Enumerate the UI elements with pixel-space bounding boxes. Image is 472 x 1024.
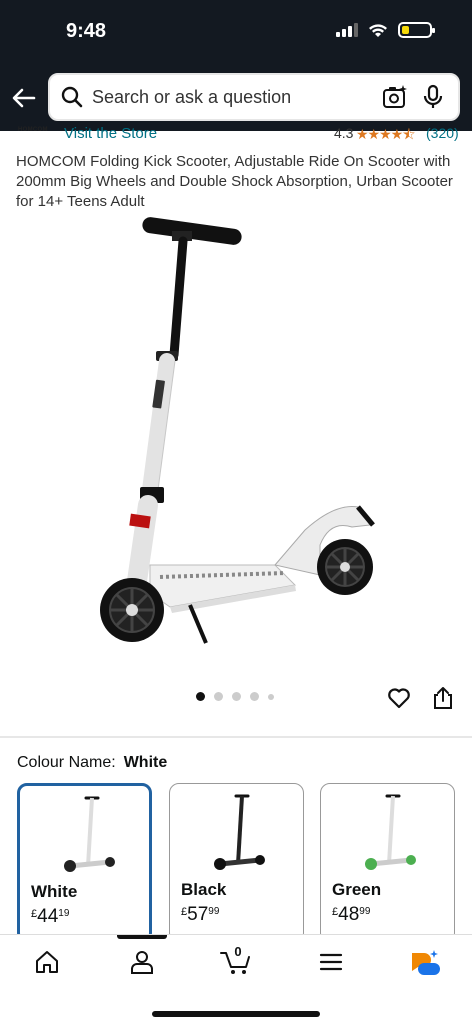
store-row: HOMCOM Visit the Store 4.3 ★★★★⯪ (320) (0, 124, 472, 146)
rating-value: 4.3 (334, 125, 354, 141)
status-time: 9:48 (66, 20, 107, 42)
cart-button[interactable]: 0 (220, 944, 252, 975)
colour-option-price: £5799 (181, 904, 220, 925)
rufus-icon[interactable] (410, 949, 440, 975)
colour-option-price: £4899 (332, 904, 371, 925)
account-icon[interactable] (129, 949, 155, 975)
pager-dot[interactable] (232, 692, 241, 701)
app-header: 9:48 Search or ask a question (0, 0, 472, 131)
scooter-thumbnail (64, 796, 115, 872)
pager-dot[interactable] (268, 693, 274, 700)
share-icon[interactable] (432, 686, 454, 710)
home-indicator (152, 1011, 320, 1017)
image-pager[interactable] (196, 692, 274, 701)
camera-search-icon[interactable] (382, 84, 408, 110)
colour-label-text: Colour Name: (17, 754, 116, 771)
scooter-thumbnail (365, 794, 416, 870)
visit-store-link[interactable]: Visit the Store (64, 125, 157, 142)
colour-option-green[interactable]: Green £4899 (320, 783, 455, 943)
search-icon (61, 86, 83, 108)
colour-option-name: Black (181, 880, 227, 899)
bottom-navigation: 0 (0, 934, 472, 1024)
pager-dot[interactable] (214, 692, 223, 701)
back-arrow-icon[interactable] (10, 84, 38, 112)
pager-dot[interactable] (196, 692, 205, 701)
wifi-icon (369, 23, 387, 37)
brand-logo: HOMCOM (18, 127, 48, 133)
menu-icon[interactable] (318, 949, 344, 975)
rating-count-link[interactable]: (320) (426, 125, 459, 141)
active-tab-indicator (117, 935, 167, 939)
colour-selected-value: White (123, 754, 168, 771)
rating-stars[interactable]: ★★★★⯪ (356, 124, 415, 146)
colour-option-black[interactable]: Black £5799 (169, 783, 304, 943)
cart-count: 0 (234, 944, 242, 959)
search-input[interactable]: Search or ask a question (92, 87, 382, 108)
heart-icon[interactable] (387, 686, 411, 710)
microphone-icon[interactable] (422, 84, 444, 110)
colour-option-name: Green (332, 880, 382, 899)
status-icons (336, 22, 435, 38)
colour-name-label: Colour Name: White (17, 754, 167, 772)
product-image[interactable] (90, 215, 390, 655)
battery-icon (398, 22, 435, 38)
pager-dot[interactable] (250, 692, 259, 701)
colour-option-white[interactable]: White £4419 (17, 783, 152, 943)
search-bar[interactable]: Search or ask a question (48, 73, 460, 121)
home-icon[interactable] (34, 949, 60, 975)
section-divider (0, 736, 472, 738)
colour-option-price: £4419 (31, 906, 70, 927)
scooter-thumbnail (214, 794, 265, 870)
colour-option-name: White (31, 882, 78, 901)
signal-icon (336, 23, 358, 37)
product-title: HOMCOM Folding Kick Scooter, Adjustable … (16, 153, 453, 210)
